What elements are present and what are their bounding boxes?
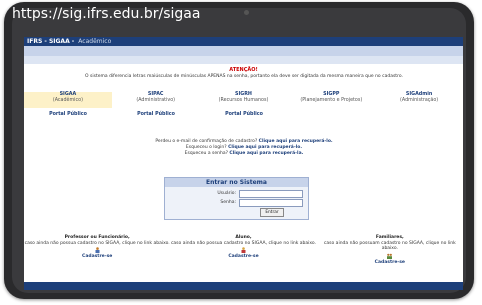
- camera-icon: [244, 10, 249, 15]
- registration-family: Familiares, caso ainda não possuam cadas…: [317, 235, 463, 270]
- username-row: Usuário:: [165, 190, 308, 198]
- student-icon: [241, 247, 246, 253]
- staff-icon: [95, 247, 100, 253]
- portal-link-sigrh[interactable]: Portal Público: [200, 112, 288, 120]
- systems-row: SIGAA (Acadêmico) SIPAC (Administrativo)…: [24, 92, 463, 108]
- system-sigaa[interactable]: SIGAA (Acadêmico): [24, 92, 112, 108]
- top-bar: IFRS - SIGAA - Acadêmico: [24, 37, 463, 46]
- login-button[interactable]: Entrar: [260, 208, 284, 217]
- portal-link-sipac[interactable]: Portal Público: [112, 112, 200, 120]
- bottom-bar: [24, 282, 463, 290]
- family-icon: [387, 253, 393, 259]
- warning-title: ATENÇÃO!: [229, 67, 258, 73]
- header-band: [24, 46, 463, 56]
- browser-viewport: IFRS - SIGAA - Acadêmico ATENÇÃO! O siste…: [24, 37, 463, 290]
- header-band-light: [24, 56, 463, 64]
- password-row: Senha:: [165, 199, 308, 207]
- register-student-link[interactable]: Cadastre-se: [170, 254, 316, 260]
- system-title: IFRS - SIGAA - Acadêmico: [27, 38, 112, 45]
- password-label: Senha:: [220, 200, 236, 205]
- portals-row: Portal Público Portal Público Portal Púb…: [24, 112, 463, 120]
- registration-student: Aluno, caso ainda não possua cadastro no…: [170, 235, 317, 260]
- portal-link-sigaa[interactable]: Portal Público: [24, 112, 112, 120]
- login-box: Entrar no Sistema Usuário: Senha: Entrar: [164, 177, 309, 220]
- system-sigpp[interactable]: SIGPP (Planejamento e Projetos): [287, 92, 375, 108]
- system-sipac[interactable]: SIPAC (Administrativo): [112, 92, 200, 108]
- recover-password-link[interactable]: Clique aqui para recuperá-la.: [229, 151, 303, 156]
- recovery-links: Perdeu o e-mail de confirmação de cadast…: [155, 139, 333, 156]
- url-overlay: https://sig.ifrs.edu.br/sigaa: [12, 6, 201, 22]
- register-family-link[interactable]: Cadastre-se: [317, 260, 463, 266]
- system-sigadmin[interactable]: SIGAdmin (Administração): [375, 92, 463, 108]
- system-sigrh[interactable]: SIGRH (Recursos Humanos): [200, 92, 288, 108]
- username-label: Usuário:: [217, 191, 236, 196]
- username-input[interactable]: [239, 190, 303, 198]
- recover-email-link[interactable]: Clique aqui para recuperá-lo.: [259, 139, 333, 144]
- register-staff-link[interactable]: Cadastre-se: [24, 254, 170, 260]
- registration-staff: Professor ou Funcionário, caso ainda não…: [24, 235, 170, 260]
- tablet-frame: https://sig.ifrs.edu.br/sigaa IFRS - SIG…: [4, 2, 474, 299]
- recover-login-link[interactable]: Clique aqui para recuperá-lo.: [228, 145, 302, 150]
- system-subtitle: Acadêmico: [78, 38, 112, 45]
- password-input[interactable]: [239, 199, 303, 207]
- login-title: Entrar no Sistema: [165, 178, 308, 187]
- warning-text: O sistema diferencia letras maiúsculas d…: [85, 74, 403, 79]
- registration-section: Professor ou Funcionário, caso ainda não…: [24, 235, 463, 270]
